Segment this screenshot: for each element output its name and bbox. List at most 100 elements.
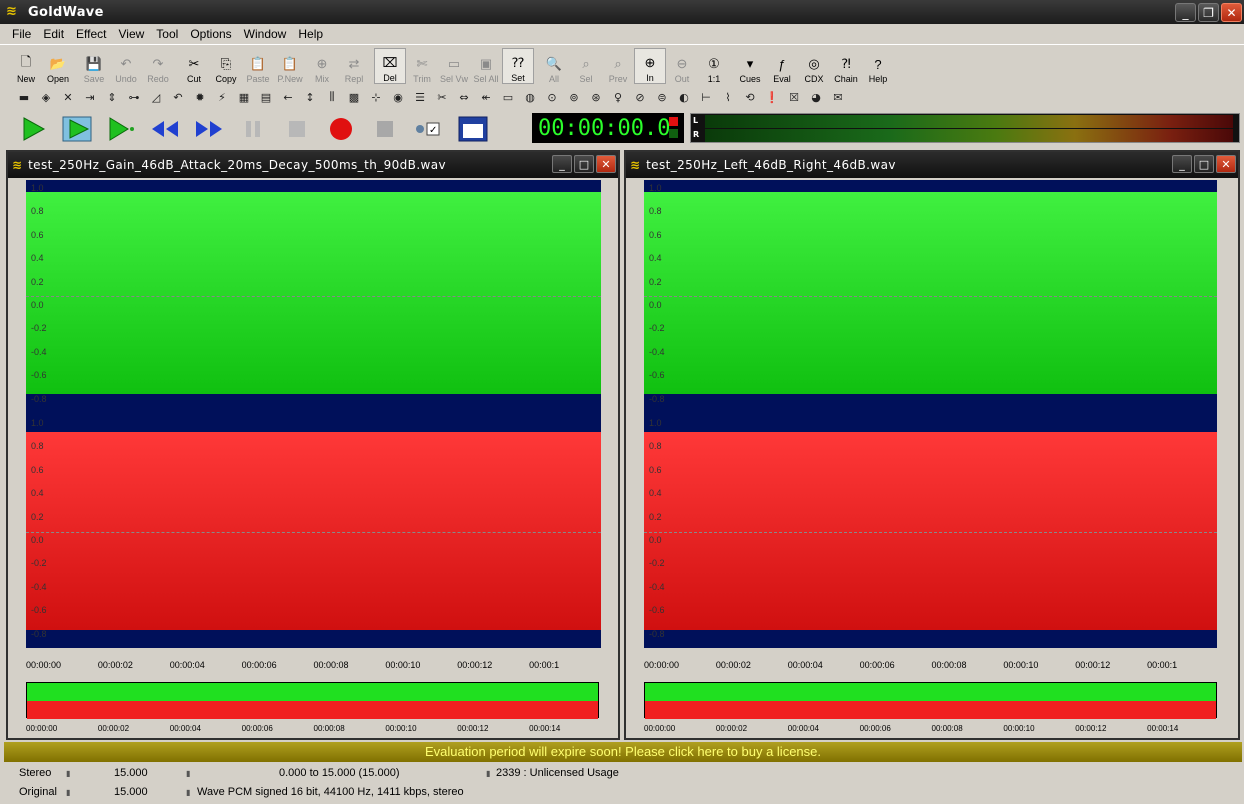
rewind-button[interactable] [146,114,184,144]
left-channel-waveform[interactable] [644,192,1217,394]
chain-button[interactable]: ⁈ Chain [830,48,862,84]
set-button[interactable]: ⁇ Set [502,48,534,84]
record-options-button[interactable]: ✓ [410,114,448,144]
undo-button[interactable]: ↶ Undo [110,48,142,84]
effect-icon[interactable]: ⟲ [740,88,760,106]
left-channel-waveform[interactable] [26,192,601,394]
menu-file[interactable]: File [6,27,37,41]
open-button[interactable]: 📂 Open [42,48,74,84]
menu-edit[interactable]: Edit [37,27,70,41]
cdx-button[interactable]: ◎ CDX [798,48,830,84]
menu-view[interactable]: View [113,27,151,41]
evaluation-banner[interactable]: Evaluation period will expire soon! Plea… [4,742,1242,762]
paste-button[interactable]: 📋 Paste [242,48,274,84]
stop-record-button[interactable] [366,114,404,144]
effect-icon[interactable]: ✕ [58,88,78,106]
del-button[interactable]: ⌧ Del [374,48,406,84]
menu-effect[interactable]: Effect [70,27,112,41]
sound-window-1[interactable]: ≋ test_250Hz_Gain_46dB_Attack_20ms_Decay… [6,150,620,740]
right-channel-waveform[interactable] [26,432,601,630]
effect-icon[interactable]: ◈ [36,88,56,106]
effect-icon[interactable]: ↕ [300,88,320,106]
maximize-button[interactable]: □ [1194,155,1214,173]
play-selection-button[interactable] [58,114,96,144]
effect-icon[interactable]: ◐ [674,88,694,106]
effect-icon[interactable]: ◕ [806,88,826,106]
eval-button[interactable]: ƒ Eval [766,48,798,85]
sel-all-button[interactable]: ▣ Sel All [470,48,502,84]
effect-icon[interactable]: ❗ [762,88,782,106]
menu-help[interactable]: Help [292,27,329,41]
minimize-button[interactable]: _ [1172,155,1192,173]
waveform-view[interactable]: 1.0 0.8 0.6 0.4 0.2 0.0 -0.2 -0.4 -0.6 -0.8 1.0 0.8… [26,180,601,648]
effect-icon[interactable]: ⊹ [366,88,386,106]
effect-icon[interactable]: ♀ [608,88,628,106]
menu-window[interactable]: Window [238,27,293,41]
effect-icon[interactable]: ▦ [234,88,254,106]
effect-icon[interactable]: ⇕ [102,88,122,106]
effect-icon[interactable]: ▤ [256,88,276,106]
effect-icon[interactable]: ◿ [146,88,166,106]
in-button[interactable]: ⊕ In [634,48,666,84]
mix-button[interactable]: ⊕ Mix [306,48,338,84]
close-button[interactable]: ✕ [1221,3,1242,22]
effect-icon[interactable]: ▩ [344,88,364,106]
effect-icon[interactable]: ◉ [388,88,408,106]
trim-button[interactable]: ✄ Trim [406,48,438,84]
fast-forward-button[interactable] [190,114,228,144]
effect-icon[interactable]: ✂ [432,88,452,106]
out-button[interactable]: ⊖ Out [666,48,698,84]
effect-icon[interactable]: ⌇ [718,88,738,106]
cues-button[interactable]: ▾ Cues [734,48,766,84]
effect-icon[interactable]: ↶ [168,88,188,106]
effect-icon[interactable]: ◍ [520,88,540,106]
effect-icon[interactable]: ▭ [498,88,518,106]
play-button[interactable] [14,114,52,144]
overview-waveform[interactable] [26,682,599,719]
effect-icon[interactable]: ✹ [190,88,210,106]
effect-icon[interactable]: ☒ [784,88,804,106]
effect-icon[interactable]: ⊜ [652,88,672,106]
overview-waveform[interactable] [644,682,1217,719]
effect-icon[interactable]: ← [278,88,298,106]
sound-window-2[interactable]: ≋ test_250Hz_Left_46dB_Right_46dB.wav _ … [624,150,1240,740]
effect-icon[interactable]: ☰ [410,88,430,106]
effect-icon[interactable]: ⊶ [124,88,144,106]
minimize-button[interactable]: _ [552,155,572,173]
menu-options[interactable]: Options [184,27,237,41]
effect-icon[interactable]: ⊚ [564,88,584,106]
maximize-button[interactable]: □ [574,155,594,173]
redo-button[interactable]: ↷ Redo [142,48,174,84]
save-button[interactable]: 💾 Save [78,48,110,84]
restore-button[interactable]: ❐ [1198,3,1219,22]
right-channel-waveform[interactable] [644,432,1217,630]
play-from-cursor-button[interactable] [102,114,140,144]
effect-icon[interactable]: ⊛ [586,88,606,106]
control-properties-button[interactable] [454,114,492,144]
effect-icon[interactable]: ⊘ [630,88,650,106]
close-button[interactable]: ✕ [1216,155,1236,173]
help-button[interactable]: ? Help [862,48,894,85]
sel-button[interactable]: ⌕ Sel [570,48,602,84]
p-new-button[interactable]: 📋 P.New [274,48,306,84]
pause-button[interactable] [234,114,272,144]
effect-icon[interactable]: ⚡ [212,88,232,106]
prev-button[interactable]: ⌕ Prev [602,48,634,84]
effect-icon[interactable]: ✉ [828,88,848,106]
effect-icon[interactable]: ⊢ [696,88,716,106]
stop-button[interactable] [278,114,316,144]
cut-button[interactable]: ✂ Cut [178,48,210,84]
record-button[interactable] [322,114,360,144]
repl-button[interactable]: ⇄ Repl [338,48,370,84]
waveform-view[interactable]: 1.0 0.8 0.6 0.4 0.2 0.0 -0.2 -0.4 -0.6 -0.8 1.0 0.8… [644,180,1217,648]
effect-icon[interactable]: ↞ [476,88,496,106]
effect-icon[interactable]: ⊙ [542,88,562,106]
close-button[interactable]: ✕ [596,155,616,173]
menu-tool[interactable]: Tool [150,27,184,41]
effect-icon[interactable]: ▬ [14,88,34,106]
effect-icon[interactable]: ⇥ [80,88,100,106]
new-button[interactable]: 🗋 New [10,48,42,84]
minimize-button[interactable]: _ [1175,3,1196,22]
effect-icon[interactable]: ⫼ [322,88,342,106]
copy-button[interactable]: ⎘ Copy [210,48,242,84]
